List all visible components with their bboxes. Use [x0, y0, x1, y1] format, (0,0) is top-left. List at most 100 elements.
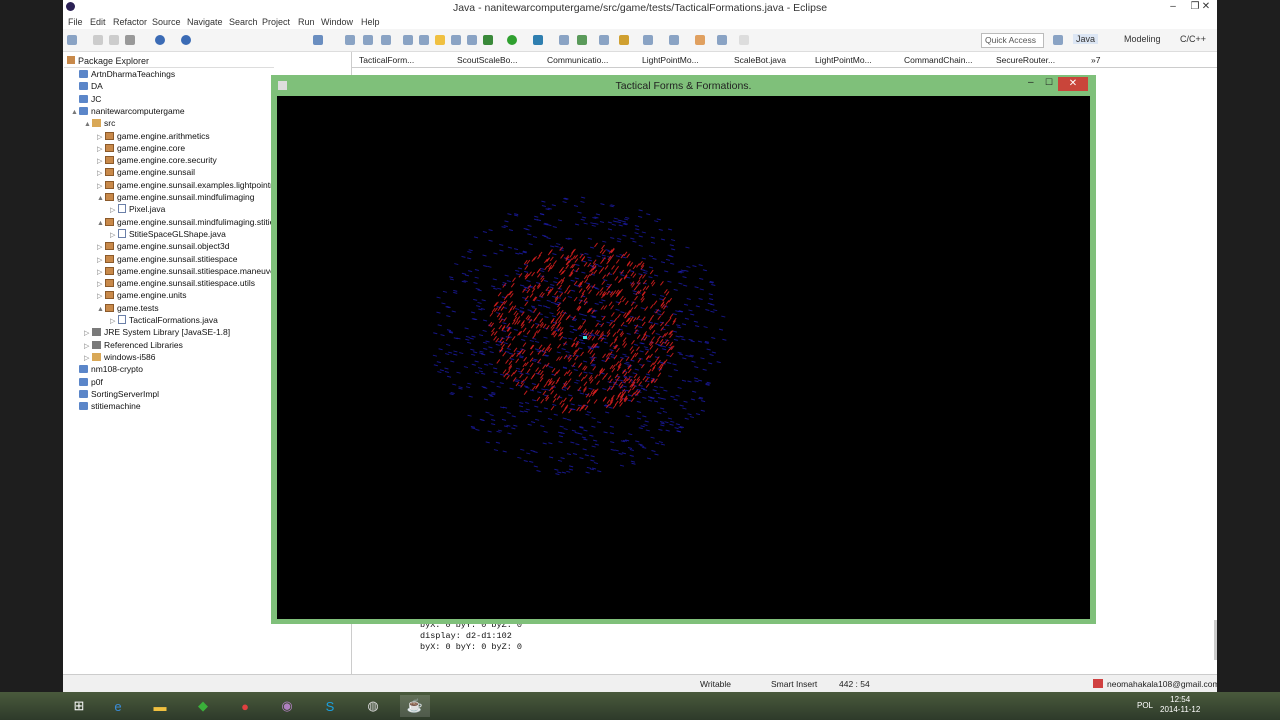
tree-item[interactable]: ▷ Pixel.java [110, 204, 165, 216]
save-all-icon[interactable] [109, 35, 119, 45]
toolbar-icon[interactable] [599, 35, 609, 45]
tree-item[interactable]: ▷ game.engine.core [97, 143, 185, 155]
editor-tab[interactable]: LightPointMo... [642, 55, 699, 65]
render-canvas[interactable] [277, 96, 1090, 619]
toolbar-icon[interactable] [345, 35, 355, 45]
tree-item[interactable]: DA [71, 81, 103, 93]
expand-arrow-icon[interactable]: ▷ [97, 243, 105, 251]
tree-item[interactable]: ▷ game.engine.sunsail.examples.lightpoint… [97, 180, 273, 192]
expand-arrow-icon[interactable]: ▷ [110, 206, 118, 214]
editor-tab[interactable]: SecureRouter... [996, 55, 1055, 65]
menu-search[interactable]: Search [229, 17, 258, 27]
menu-project[interactable]: Project [262, 17, 290, 27]
tree-item[interactable]: ▷ game.engine.sunsail [97, 167, 195, 179]
prev-annotation-icon[interactable] [669, 35, 679, 45]
toolbar-icon[interactable] [451, 35, 461, 45]
menu-source[interactable]: Source [152, 17, 181, 27]
minimize-button[interactable]: – [1163, 1, 1183, 13]
menu-help[interactable]: Help [361, 17, 380, 27]
explorer-icon[interactable]: ▬ [145, 695, 175, 717]
debug-server-icon[interactable] [181, 35, 191, 45]
tree-item[interactable]: JC [71, 94, 101, 106]
expand-arrow-icon[interactable]: ▲ [97, 306, 105, 313]
tree-item[interactable]: ▷ game.engine.arithmetics [97, 131, 210, 143]
tree-item[interactable]: ArtnDharmaTeachings [71, 69, 175, 81]
language-indicator[interactable]: POL [1137, 701, 1153, 710]
back-dropdown-icon[interactable] [717, 35, 727, 45]
close-button[interactable]: ✕ [1197, 1, 1215, 13]
menu-refactor[interactable]: Refactor [113, 17, 147, 27]
editor-tab[interactable]: CommandChain... [904, 55, 973, 65]
store-icon[interactable]: ◆ [188, 695, 218, 717]
expand-arrow-icon[interactable]: ▷ [84, 329, 92, 337]
tree-item[interactable]: SortingServerImpl [71, 389, 159, 401]
eclipse-taskbar-icon[interactable]: ◍ [358, 695, 388, 717]
java-taskbar-icon[interactable]: ☕ [400, 695, 430, 717]
debug-icon[interactable] [483, 35, 493, 45]
new-icon[interactable] [67, 35, 77, 45]
java-close-button[interactable]: ✕ [1058, 77, 1088, 91]
new-java-class-icon[interactable] [577, 35, 587, 45]
run-icon[interactable] [507, 35, 517, 45]
tree-item[interactable]: stitiemachine [71, 401, 141, 413]
tree-item[interactable]: ▷ JRE System Library [JavaSE-1.8] [84, 327, 230, 339]
back-icon[interactable] [695, 35, 705, 45]
start-icon[interactable]: ⊞ [64, 695, 94, 717]
tree-item[interactable]: ▷ game.engine.core.security [97, 155, 217, 167]
expand-arrow-icon[interactable]: ▲ [71, 109, 79, 116]
tree-item[interactable]: p0f [71, 377, 103, 389]
expand-arrow-icon[interactable]: ▷ [97, 157, 105, 165]
pin-icon[interactable] [313, 35, 323, 45]
editor-tab[interactable]: Communicatio... [547, 55, 608, 65]
perspective-cpp[interactable]: C/C++ [1180, 34, 1206, 44]
expand-arrow-icon[interactable]: ▷ [97, 256, 105, 264]
expand-arrow-icon[interactable]: ▷ [97, 133, 105, 141]
expand-arrow-icon[interactable]: ▷ [97, 292, 105, 300]
menu-window[interactable]: Window [321, 17, 353, 27]
menu-navigate[interactable]: Navigate [187, 17, 223, 27]
app-icon[interactable]: ◉ [272, 695, 302, 717]
highlight-icon[interactable] [435, 35, 445, 45]
expand-arrow-icon[interactable]: ▷ [97, 169, 105, 177]
tree-item[interactable]: nm108-crypto [71, 364, 143, 376]
perspective-modeling[interactable]: Modeling [1124, 34, 1161, 44]
editor-tab[interactable]: LightPointMo... [815, 55, 872, 65]
editor-tab[interactable]: TacticalForm... [359, 55, 414, 65]
java-maximize-button[interactable]: ☐ [1045, 77, 1053, 88]
package-explorer-tab[interactable]: Package Explorer [64, 53, 274, 68]
expand-arrow-icon[interactable]: ▷ [97, 268, 105, 276]
toolbar-icon[interactable] [363, 35, 373, 45]
tree-item[interactable]: ▷ game.engine.sunsail.stitiespace.maneuve [97, 266, 275, 278]
editor-tab[interactable]: »7 [1091, 55, 1100, 65]
open-type-icon[interactable] [619, 35, 629, 45]
editor-tab[interactable]: ScoutScaleBo... [457, 55, 517, 65]
tree-item[interactable]: ▷ TacticalFormations.java [110, 315, 218, 327]
globe-icon[interactable] [155, 35, 165, 45]
save-icon[interactable] [93, 35, 103, 45]
tree-item[interactable]: ▷ game.engine.sunsail.stitiespace.utils [97, 278, 255, 290]
chrome-icon[interactable]: ● [230, 695, 260, 717]
next-annotation-icon[interactable] [643, 35, 653, 45]
clock[interactable]: 12:54 2014-11-12 [1160, 695, 1200, 715]
tree-item[interactable]: ▲ game.engine.sunsail.mindfulimaging.stit… [97, 217, 274, 229]
tree-item[interactable]: ▷ game.engine.units [97, 290, 186, 302]
menu-file[interactable]: File [68, 17, 83, 27]
java-minimize-button[interactable]: – [1028, 77, 1034, 88]
tree-item[interactable]: ▷ windows-i586 [84, 352, 156, 364]
toolbar-icon[interactable] [419, 35, 429, 45]
tree-item[interactable]: ▷ Referenced Libraries [84, 340, 183, 352]
toolbar-icon[interactable] [559, 35, 569, 45]
expand-arrow-icon[interactable]: ▷ [110, 317, 118, 325]
tree-item[interactable]: ▷ game.engine.sunsail.stitiespace [97, 254, 238, 266]
quick-access-input[interactable]: Quick Access [981, 33, 1044, 48]
expand-arrow-icon[interactable]: ▷ [110, 231, 118, 239]
tree-item[interactable]: ▲ src [84, 118, 115, 130]
tree-item[interactable]: ▷ game.engine.sunsail.object3d [97, 241, 229, 253]
expand-arrow-icon[interactable]: ▷ [84, 342, 92, 350]
toolbar-icon[interactable] [467, 35, 477, 45]
tree-item[interactable]: ▲ nanitewarcomputergame [71, 106, 185, 118]
toolbar-icon[interactable] [381, 35, 391, 45]
console-scrollbar[interactable] [1214, 620, 1217, 660]
expand-arrow-icon[interactable]: ▲ [97, 220, 105, 227]
tree-item[interactable]: ▷ StitieSpaceGLShape.java [110, 228, 226, 241]
